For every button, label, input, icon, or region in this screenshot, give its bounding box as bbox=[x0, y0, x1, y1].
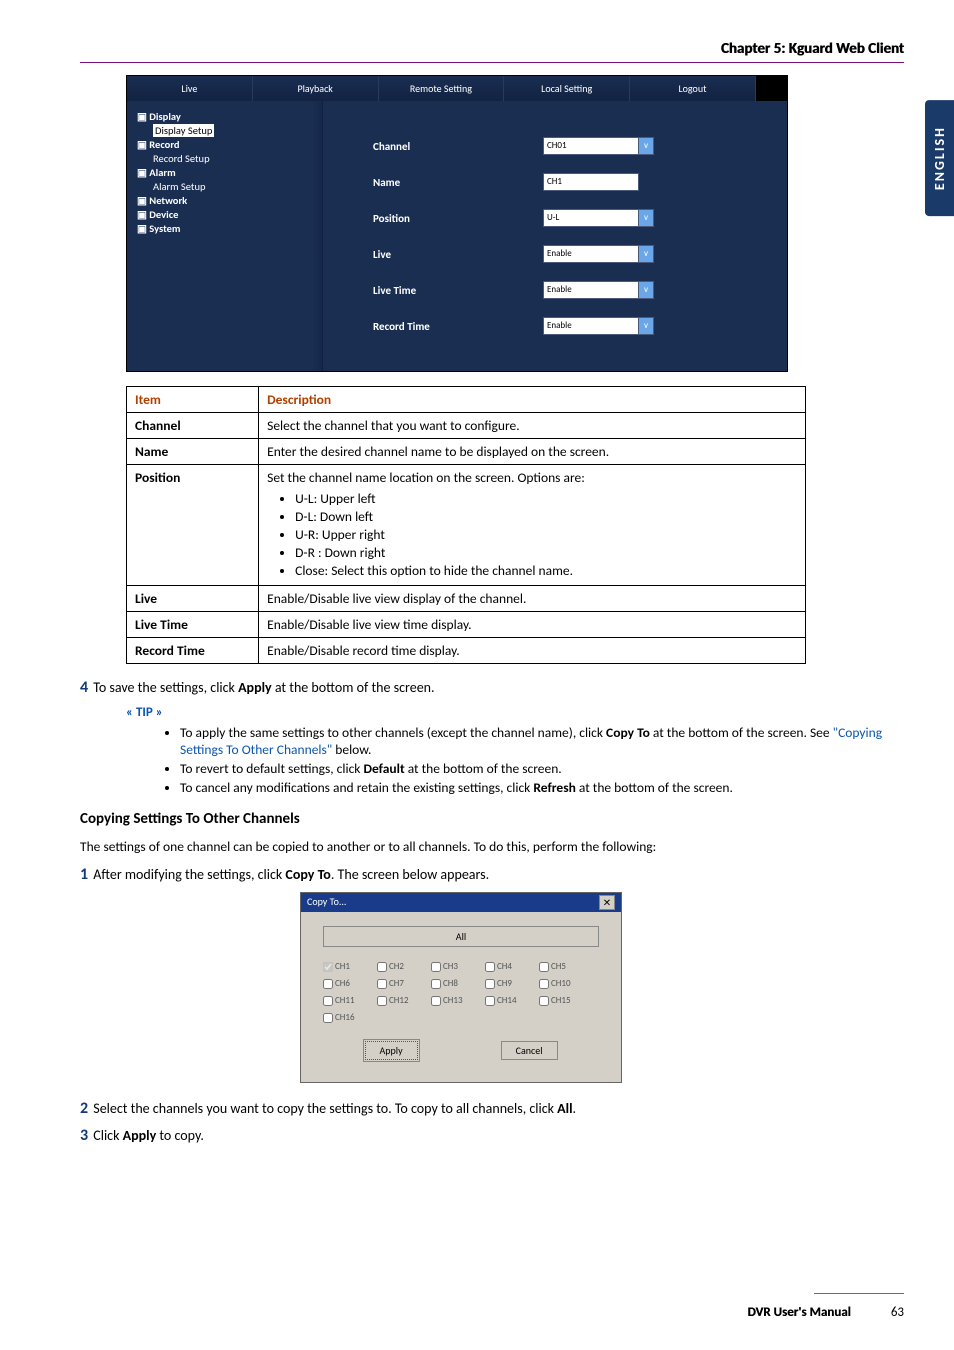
row-recordtime-item: Record Time bbox=[127, 638, 259, 664]
ch15-checkbox[interactable]: CH15 bbox=[539, 995, 585, 1006]
tree-network[interactable]: ▣ Network bbox=[137, 194, 312, 207]
ch9-checkbox[interactable]: CH9 bbox=[485, 978, 531, 989]
step-3: 3 Click Apply to copy. bbox=[80, 1126, 904, 1145]
row-live-item: Live bbox=[127, 586, 259, 612]
live-time-select[interactable]: Enablev bbox=[543, 281, 654, 299]
label-channel: Channel bbox=[373, 140, 543, 153]
tab-playback[interactable]: Playback bbox=[253, 76, 379, 101]
tab-remote-setting[interactable]: Remote Setting bbox=[379, 76, 505, 101]
tree-alarm-setup[interactable]: Alarm Setup bbox=[153, 180, 312, 193]
footer-rule bbox=[814, 1293, 904, 1294]
ch11-checkbox[interactable]: CH11 bbox=[323, 995, 369, 1006]
row-position-item: Position bbox=[127, 465, 259, 586]
tab-local-setting[interactable]: Local Setting bbox=[504, 76, 630, 101]
tip-refresh: To cancel any modifications and retain t… bbox=[180, 779, 904, 796]
ch5-checkbox[interactable]: CH5 bbox=[539, 961, 585, 972]
tip-default: To revert to default settings, click Def… bbox=[180, 760, 904, 777]
tree-alarm[interactable]: ▣ Alarm bbox=[137, 166, 312, 179]
opt-ur: U-R: Upper right bbox=[295, 526, 797, 543]
ch12-checkbox[interactable]: CH12 bbox=[377, 995, 423, 1006]
live-select[interactable]: Enablev bbox=[543, 245, 654, 263]
chevron-down-icon: v bbox=[639, 245, 654, 263]
row-live-desc: Enable/Disable live view display of the … bbox=[259, 586, 806, 612]
ch6-checkbox[interactable]: CH6 bbox=[323, 978, 369, 989]
channel-grid: CH1 CH2 CH3 CH4 CH5 CH6 CH7 CH8 CH9 CH10… bbox=[323, 961, 599, 1023]
chevron-down-icon: v bbox=[639, 137, 654, 155]
position-select[interactable]: U-Lv bbox=[543, 209, 654, 227]
display-setup-form: Channel CH01v Name CH1 Position U-Lv Liv… bbox=[323, 101, 787, 371]
tree-device[interactable]: ▣ Device bbox=[137, 208, 312, 221]
description-table: Item Description Channel Select the chan… bbox=[126, 386, 806, 664]
tab-live[interactable]: Live bbox=[127, 76, 253, 101]
step-4: 4 To save the settings, click Apply at t… bbox=[80, 678, 904, 697]
channel-select[interactable]: CH01v bbox=[543, 137, 654, 155]
copy-to-dialog: Copy To... ✕ All CH1 CH2 CH3 CH4 CH5 CH6… bbox=[300, 892, 622, 1083]
tab-spacer bbox=[756, 76, 787, 101]
ch2-checkbox[interactable]: CH2 bbox=[377, 961, 423, 972]
remote-setting-screenshot: Live Playback Remote Setting Local Setti… bbox=[126, 75, 788, 372]
settings-tree: ▣ Display Display Setup ▣ Record Record … bbox=[127, 101, 323, 371]
tip-label: « TIP » bbox=[126, 705, 904, 720]
label-live: Live bbox=[373, 248, 543, 261]
step-1: 1 After modifying the settings, click Co… bbox=[80, 865, 904, 884]
footer-manual: DVR User's Manual bbox=[748, 1305, 851, 1320]
tip-copy-to: To apply the same settings to other chan… bbox=[180, 724, 904, 758]
page-number: 63 bbox=[891, 1305, 904, 1320]
th-item: Item bbox=[127, 387, 259, 413]
row-channel-desc: Select the channel that you want to conf… bbox=[259, 413, 806, 439]
apply-button[interactable]: Apply bbox=[365, 1041, 418, 1060]
row-livetime-item: Live Time bbox=[127, 612, 259, 638]
name-input[interactable]: CH1 bbox=[543, 173, 639, 191]
label-name: Name bbox=[373, 176, 543, 189]
cancel-button[interactable]: Cancel bbox=[501, 1041, 558, 1060]
tree-display[interactable]: ▣ Display bbox=[137, 110, 312, 123]
row-recordtime-desc: Enable/Disable record time display. bbox=[259, 638, 806, 664]
step-2: 2 Select the channels you want to copy t… bbox=[80, 1099, 904, 1118]
row-livetime-desc: Enable/Disable live view time display. bbox=[259, 612, 806, 638]
section-heading: Copying Settings To Other Channels bbox=[80, 810, 904, 828]
language-tab: ENGLISH bbox=[925, 100, 954, 216]
tip-list: To apply the same settings to other chan… bbox=[140, 724, 904, 796]
chevron-down-icon: v bbox=[639, 317, 654, 335]
label-record-time: Record Time bbox=[373, 320, 543, 333]
opt-ul: U-L: Upper left bbox=[295, 490, 797, 507]
row-position-desc: Set the channel name location on the scr… bbox=[259, 465, 806, 586]
dialog-title: Copy To... bbox=[307, 895, 346, 910]
chevron-down-icon: v bbox=[639, 281, 654, 299]
ch8-checkbox[interactable]: CH8 bbox=[431, 978, 477, 989]
ch16-checkbox[interactable]: CH16 bbox=[323, 1012, 369, 1023]
chevron-down-icon: v bbox=[639, 209, 654, 227]
th-description: Description bbox=[259, 387, 806, 413]
record-time-select[interactable]: Enablev bbox=[543, 317, 654, 335]
ch13-checkbox[interactable]: CH13 bbox=[431, 995, 477, 1006]
row-name-item: Name bbox=[127, 439, 259, 465]
tab-logout[interactable]: Logout bbox=[630, 76, 756, 101]
ch7-checkbox[interactable]: CH7 bbox=[377, 978, 423, 989]
chapter-title: Chapter 5: Kguard Web Client bbox=[80, 40, 904, 62]
opt-dl: D-L: Down left bbox=[295, 508, 797, 525]
close-icon[interactable]: ✕ bbox=[599, 895, 615, 910]
ch3-checkbox[interactable]: CH3 bbox=[431, 961, 477, 972]
tree-system[interactable]: ▣ System bbox=[137, 222, 312, 235]
row-channel-item: Channel bbox=[127, 413, 259, 439]
row-name-desc: Enter the desired channel name to be dis… bbox=[259, 439, 806, 465]
all-button[interactable]: All bbox=[323, 926, 599, 947]
ch4-checkbox[interactable]: CH4 bbox=[485, 961, 531, 972]
tree-display-setup[interactable]: Display Setup bbox=[153, 124, 312, 137]
opt-dr: D-R : Down right bbox=[295, 544, 797, 561]
tree-record-setup[interactable]: Record Setup bbox=[153, 152, 312, 165]
section-intro: The settings of one channel can be copie… bbox=[80, 838, 904, 855]
ch14-checkbox[interactable]: CH14 bbox=[485, 995, 531, 1006]
tree-record[interactable]: ▣ Record bbox=[137, 138, 312, 151]
ch10-checkbox[interactable]: CH10 bbox=[539, 978, 585, 989]
opt-close: Close: Select this option to hide the ch… bbox=[295, 562, 797, 579]
ch1-checkbox[interactable]: CH1 bbox=[323, 961, 369, 972]
label-position: Position bbox=[373, 212, 543, 225]
label-live-time: Live Time bbox=[373, 284, 543, 297]
